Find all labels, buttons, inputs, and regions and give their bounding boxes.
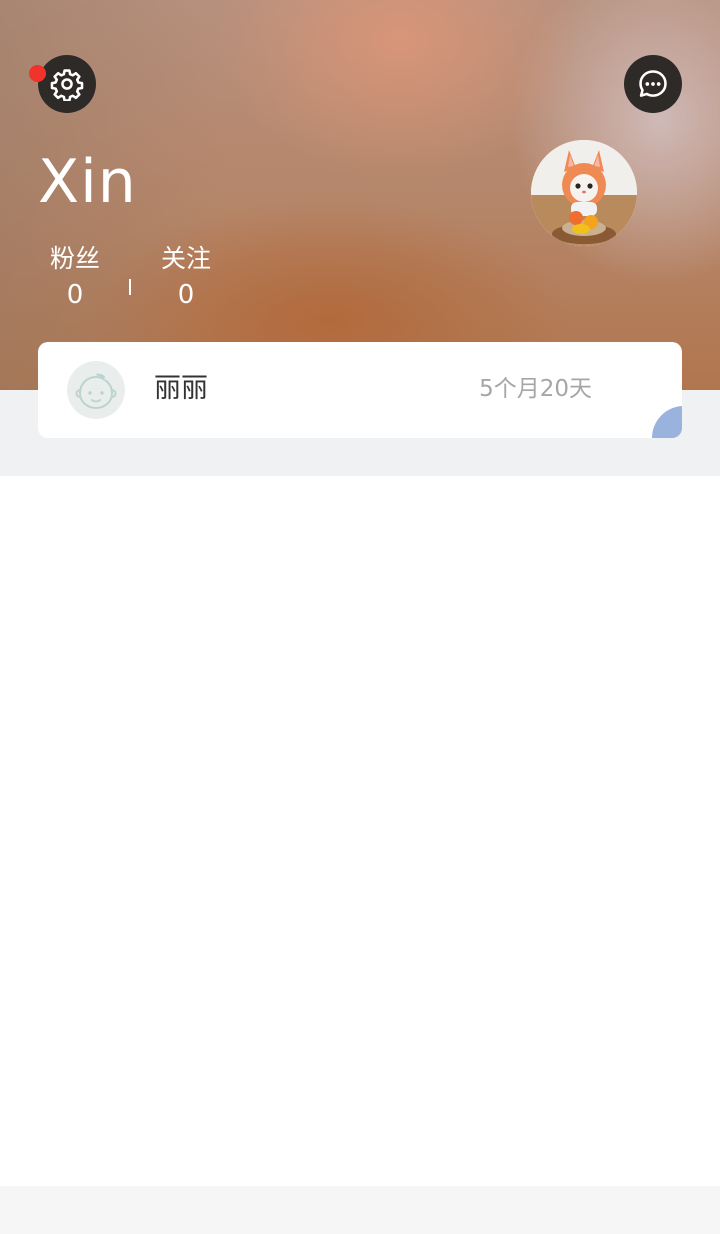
profile-username: Xin (38, 147, 137, 217)
follow-stat[interactable]: 关注 0 (146, 244, 226, 312)
follow-label: 关注 (160, 244, 211, 273)
baby-card[interactable]: 丽丽 5个月20天 (38, 342, 682, 438)
baby-avatar (67, 361, 125, 419)
baby-name: 丽丽 (154, 373, 208, 404)
settings-button[interactable] (38, 55, 96, 113)
follow-count: 0 (177, 280, 195, 310)
gear-icon (50, 69, 84, 101)
message-button[interactable] (624, 55, 682, 113)
corner-badge[interactable] (652, 406, 682, 438)
fans-count: 0 (66, 280, 84, 310)
avatar-photo (531, 140, 637, 246)
baby-age: 5个月20天 (479, 376, 592, 402)
chat-bubble-icon (639, 70, 667, 97)
profile-page: Xin 粉丝 0 关注 0 丽丽 5个月20天 (0, 0, 720, 1234)
notification-dot (29, 65, 46, 82)
fans-label: 粉丝 (49, 244, 100, 273)
bottom-bar (0, 1186, 720, 1234)
user-avatar[interactable] (531, 140, 637, 246)
baby-face-icon (75, 373, 117, 410)
stats-divider (129, 279, 131, 295)
fans-stat[interactable]: 粉丝 0 (35, 244, 115, 312)
